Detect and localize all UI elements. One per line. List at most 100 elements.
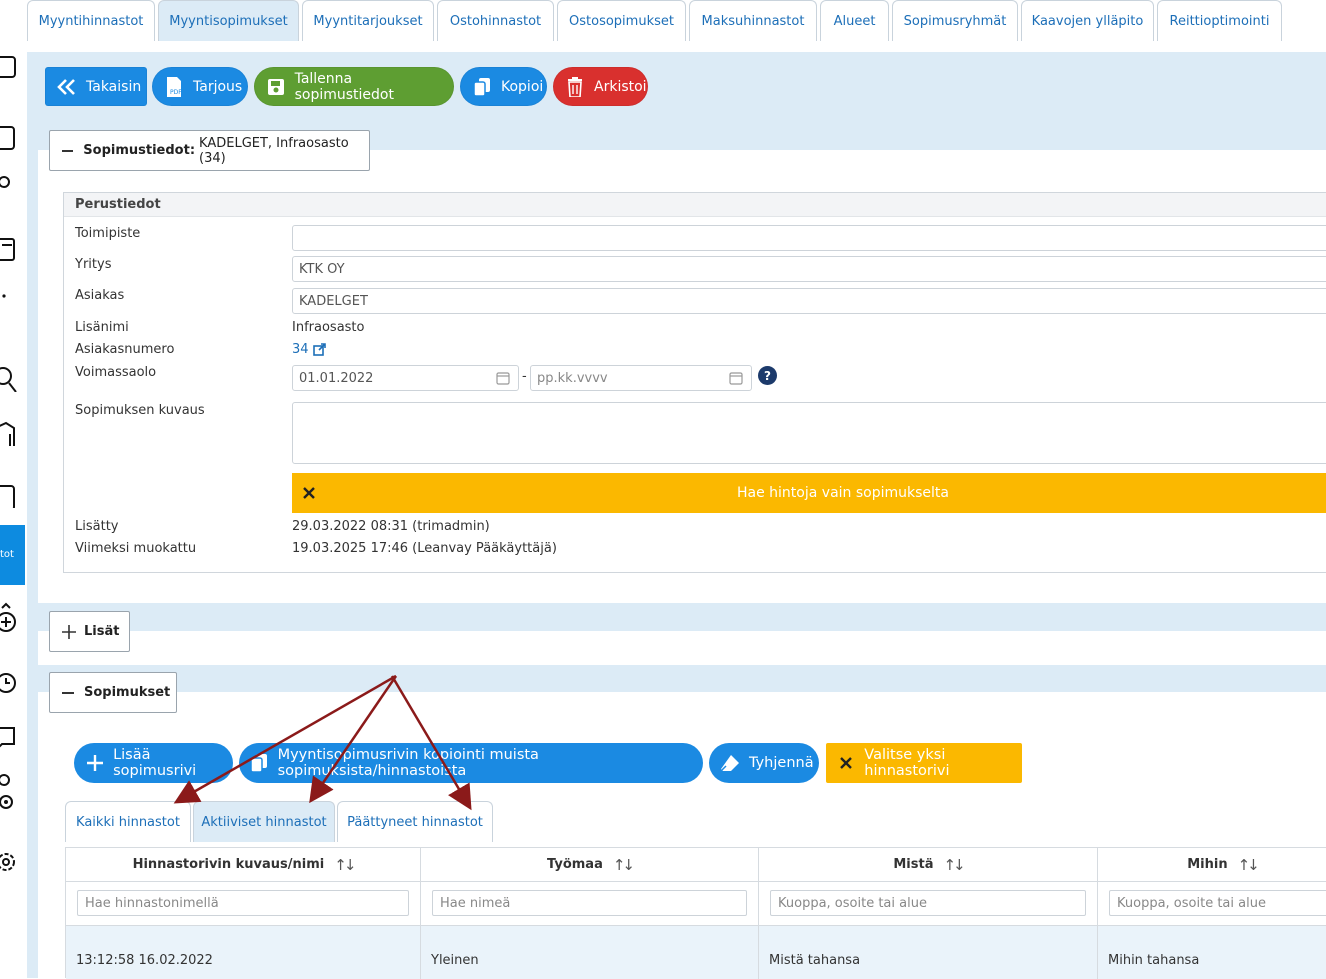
- fieldset-legend: Perustiedot: [64, 193, 1326, 217]
- back-button[interactable]: Takaisin: [45, 67, 147, 106]
- clipboard-icon[interactable]: [0, 482, 18, 508]
- tab-label: Kaavojen ylläpito: [1031, 13, 1144, 29]
- filter-placeholder: Kuoppa, osoite tai alue: [1117, 895, 1266, 911]
- sort-icon[interactable]: ↑↓: [943, 856, 965, 874]
- tab-maksuhinnastot[interactable]: Maksuhinnastot: [689, 0, 817, 41]
- column-header-description[interactable]: Hinnastorivin kuvaus/nimi ↑↓: [66, 848, 420, 882]
- sidebar-active-label: tot: [0, 549, 14, 560]
- contract-section-header[interactable]: Sopimustiedot: KADELGET, Infraosasto (34…: [49, 130, 370, 171]
- gear-icon[interactable]: [0, 848, 18, 876]
- calendar-icon[interactable]: [729, 371, 743, 385]
- sidebar-active-item[interactable]: tot: [0, 525, 25, 585]
- sort-icon[interactable]: ↑↓: [1238, 856, 1260, 874]
- archive-button[interactable]: Arkistoi: [553, 67, 648, 106]
- select-one-pricelist-button[interactable]: Valitse yksi hinnastorivi: [826, 743, 1022, 783]
- copy-contract-rows-button[interactable]: Myyntisopimusrivin kopiointi muista sopi…: [239, 743, 703, 783]
- offer-button[interactable]: PDF Tarjous: [152, 67, 248, 106]
- yritys-field[interactable]: KTK OY: [292, 256, 1326, 282]
- tab-kaavojen-yllapito[interactable]: Kaavojen ylläpito: [1021, 0, 1154, 41]
- extras-section-body: [38, 631, 1326, 665]
- from-filter-input[interactable]: Kuoppa, osoite tai alue: [770, 890, 1086, 916]
- label-muokattu: Viimeksi muokattu: [75, 541, 197, 556]
- contract-section-title: KADELGET, Infraosasto (34): [199, 135, 349, 166]
- tab-ostosopimukset[interactable]: Ostosopimukset: [557, 0, 686, 41]
- pdf-icon: PDF: [163, 76, 185, 98]
- sort-icon[interactable]: ↑↓: [613, 856, 635, 874]
- clear-label: Tyhjennä: [749, 755, 814, 771]
- label-voimassaolo: Voimassaolo: [75, 365, 157, 380]
- close-icon: [836, 752, 856, 774]
- description-textarea[interactable]: [292, 402, 1326, 464]
- table-cell: Mihin tahansa: [1108, 953, 1200, 968]
- plus-icon: [84, 752, 105, 774]
- copy-icon: [471, 76, 493, 98]
- tab-myyntitarjoukset[interactable]: Myyntitarjoukset: [302, 0, 434, 41]
- calendar-icon[interactable]: [496, 371, 510, 385]
- add-contract-row-button[interactable]: Lisää sopimusrivi: [74, 743, 233, 783]
- header-label: Työmaa: [547, 857, 603, 872]
- tab-active-pricelists[interactable]: Aktiiviset hinnastot: [193, 801, 335, 842]
- sort-icon[interactable]: ↑↓: [334, 856, 356, 874]
- label-asiakasnumero: Asiakasnumero: [75, 342, 175, 357]
- extras-section-header[interactable]: Lisät: [49, 611, 130, 652]
- tab-ended-pricelists[interactable]: Päättyneet hinnastot: [337, 801, 493, 842]
- tab-label: Päättyneet hinnastot: [347, 814, 483, 830]
- tab-label: Maksuhinnastot: [701, 13, 805, 29]
- date-range-dash: -: [522, 369, 527, 384]
- route-icon[interactable]: [0, 174, 18, 200]
- label-lisanimi: Lisänimi: [75, 320, 129, 335]
- tab-label: Ostohinnastot: [449, 13, 542, 29]
- tablet-icon[interactable]: [0, 54, 18, 80]
- save-contract-button[interactable]: Tallenna sopimustiedot: [254, 67, 454, 106]
- svg-text:PDF: PDF: [170, 89, 182, 96]
- document-icon[interactable]: [0, 124, 18, 150]
- pricelist-table: Hinnastorivin kuvaus/nimi ↑↓ Hae hinnasto…: [65, 847, 1326, 979]
- tab-reittioptimointi[interactable]: Reittioptimointi: [1157, 0, 1282, 41]
- valid-to-input[interactable]: pp.kk.vvvv: [530, 365, 752, 391]
- to-filter-input[interactable]: Kuoppa, osoite tai alue: [1109, 890, 1326, 916]
- column-header-to[interactable]: Mihin ↑↓: [1098, 848, 1326, 882]
- column-to: Mihin ↑↓ Kuoppa, osoite tai alue Mihin ta…: [1098, 848, 1326, 979]
- users-settings-icon[interactable]: [0, 772, 18, 816]
- column-worksite: Työmaa ↑↓ Hae nimeä Yleinen: [421, 848, 759, 979]
- filter-placeholder: Kuoppa, osoite tai alue: [778, 895, 927, 911]
- contracts-section-title: Sopimukset: [84, 685, 171, 700]
- double-chevron-left-icon: [56, 76, 78, 98]
- description-filter-input[interactable]: Hae hinnastonimellä: [77, 890, 409, 916]
- header-label: Hinnastorivin kuvaus/nimi: [132, 857, 325, 872]
- help-icon[interactable]: ?: [758, 366, 777, 385]
- add-circle-icon[interactable]: [0, 600, 18, 638]
- tab-all-pricelists[interactable]: Kaikki hinnastot: [65, 801, 191, 842]
- filter-placeholder: Hae hinnastonimellä: [85, 895, 219, 911]
- dots-icon[interactable]: [0, 290, 18, 316]
- valid-from-input[interactable]: 01.01.2022: [292, 365, 519, 391]
- price-only-contract-toggle[interactable]: Hae hintoja vain sopimukselta: [292, 473, 1326, 513]
- tab-myyntihinnastot[interactable]: Myyntihinnastot: [27, 0, 155, 41]
- column-header-from[interactable]: Mistä ↑↓: [759, 848, 1097, 882]
- worksite-filter-input[interactable]: Hae nimeä: [432, 890, 747, 916]
- close-icon: [302, 486, 316, 500]
- add-row-label: Lisää sopimusrivi: [113, 747, 197, 779]
- column-header-worksite[interactable]: Työmaa ↑↓: [421, 848, 758, 882]
- table-cell: 13:12:58 16.02.2022: [76, 953, 213, 968]
- clock-icon[interactable]: [0, 670, 18, 696]
- tab-myyntisopimukset[interactable]: Myyntisopimukset: [158, 0, 299, 41]
- lisanimi-value: Infraosasto: [292, 320, 365, 335]
- tab-label: Alueet: [833, 13, 876, 29]
- yritys-value: KTK OY: [299, 261, 345, 277]
- select-one-label: Valitse yksi hinnastorivi: [864, 747, 950, 779]
- asiakas-field[interactable]: KADELGET: [292, 288, 1326, 314]
- toimipiste-select[interactable]: [292, 225, 1326, 251]
- label-lisatty: Lisätty: [75, 519, 119, 534]
- building-icon[interactable]: [0, 420, 18, 446]
- chat-icon[interactable]: [0, 724, 18, 750]
- book-icon[interactable]: [0, 236, 18, 262]
- tab-alueet[interactable]: Alueet: [820, 0, 889, 41]
- copy-button[interactable]: Kopioi: [460, 67, 547, 106]
- clear-button[interactable]: Tyhjennä: [709, 743, 819, 783]
- tab-ostohinnastot[interactable]: Ostohinnastot: [437, 0, 554, 41]
- contracts-section-header[interactable]: Sopimukset: [49, 672, 177, 713]
- tab-sopimusryhmat[interactable]: Sopimusryhmät: [892, 0, 1018, 41]
- asiakasnumero-link[interactable]: 34: [292, 342, 326, 357]
- search-icon[interactable]: [0, 366, 18, 392]
